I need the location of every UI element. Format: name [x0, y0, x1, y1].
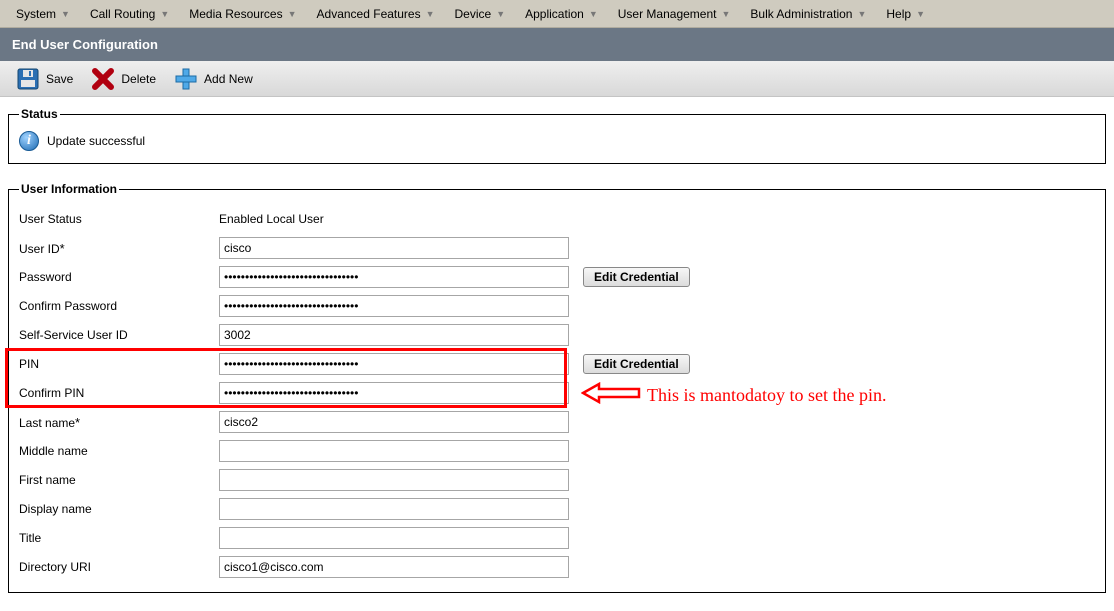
- row-display-name: Display name: [19, 495, 1095, 523]
- menubar: System ▼ Call Routing ▼ Media Resources ▼ A…: [0, 0, 1114, 28]
- delete-button[interactable]: Delete: [85, 65, 162, 93]
- label-middle-name: Middle name: [19, 444, 219, 458]
- label-first-name: First name: [19, 473, 219, 487]
- menu-system-label: System: [16, 7, 56, 21]
- menu-advanced-features-label: Advanced Features: [317, 7, 421, 21]
- menu-help[interactable]: Help ▼: [876, 3, 935, 25]
- label-confirm-pin: Confirm PIN: [19, 386, 219, 400]
- delete-icon: [91, 67, 115, 91]
- chevron-down-icon: ▼: [426, 9, 435, 19]
- label-title: Title: [19, 531, 219, 545]
- menu-application[interactable]: Application ▼: [515, 3, 608, 25]
- add-icon: [174, 67, 198, 91]
- user-info-legend: User Information: [19, 182, 119, 196]
- toolbar: Save Delete Add New: [0, 61, 1114, 97]
- row-last-name: Last name*: [19, 408, 1095, 436]
- row-pin: PIN Edit Credential: [19, 350, 1095, 378]
- status-message: Update successful: [47, 134, 145, 148]
- confirm-password-input[interactable]: [219, 295, 569, 317]
- menu-device-label: Device: [455, 7, 492, 21]
- menu-media-resources-label: Media Resources: [189, 7, 282, 21]
- menu-call-routing-label: Call Routing: [90, 7, 155, 21]
- save-label: Save: [46, 72, 73, 86]
- confirm-pin-input[interactable]: [219, 382, 569, 404]
- row-middle-name: Middle name: [19, 437, 1095, 465]
- label-pin: PIN: [19, 357, 219, 371]
- row-self-service-user-id: Self-Service User ID: [19, 321, 1095, 349]
- directory-uri-input[interactable]: [219, 556, 569, 578]
- edit-credential-pin-button[interactable]: Edit Credential: [583, 354, 690, 374]
- chevron-down-icon: ▼: [288, 9, 297, 19]
- chevron-down-icon: ▼: [160, 9, 169, 19]
- menu-user-management[interactable]: User Management ▼: [608, 3, 741, 25]
- chevron-down-icon: ▼: [721, 9, 730, 19]
- user-info-fieldset: User Information User Status Enabled Loc…: [8, 182, 1106, 593]
- chevron-down-icon: ▼: [496, 9, 505, 19]
- user-id-input[interactable]: [219, 237, 569, 259]
- row-title: Title: [19, 524, 1095, 552]
- menu-call-routing[interactable]: Call Routing ▼: [80, 3, 179, 25]
- label-user-id: User ID*: [19, 241, 219, 256]
- row-confirm-password: Confirm Password: [19, 292, 1095, 320]
- content-area: Status i Update successful User Informat…: [0, 97, 1114, 593]
- page-title: End User Configuration: [0, 28, 1114, 61]
- menu-help-label: Help: [886, 7, 911, 21]
- label-confirm-password: Confirm Password: [19, 299, 219, 313]
- delete-label: Delete: [121, 72, 156, 86]
- chevron-down-icon: ▼: [857, 9, 866, 19]
- middle-name-input[interactable]: [219, 440, 569, 462]
- menu-application-label: Application: [525, 7, 584, 21]
- label-display-name: Display name: [19, 502, 219, 516]
- save-button[interactable]: Save: [10, 65, 79, 93]
- row-user-status: User Status Enabled Local User: [19, 205, 1095, 233]
- chevron-down-icon: ▼: [61, 9, 70, 19]
- self-service-user-id-input[interactable]: [219, 324, 569, 346]
- last-name-input[interactable]: [219, 411, 569, 433]
- row-password: Password Edit Credential: [19, 263, 1095, 291]
- pin-input[interactable]: [219, 353, 569, 375]
- first-name-input[interactable]: [219, 469, 569, 491]
- status-fieldset: Status i Update successful: [8, 107, 1106, 164]
- menu-media-resources[interactable]: Media Resources ▼: [179, 3, 306, 25]
- add-new-button[interactable]: Add New: [168, 65, 259, 93]
- menu-user-management-label: User Management: [618, 7, 717, 21]
- value-user-status: Enabled Local User: [219, 210, 324, 228]
- row-user-id: User ID*: [19, 234, 1095, 262]
- menu-bulk-administration-label: Bulk Administration: [750, 7, 852, 21]
- label-self-service-user-id: Self-Service User ID: [19, 328, 219, 342]
- row-first-name: First name: [19, 466, 1095, 494]
- save-icon: [16, 67, 40, 91]
- add-new-label: Add New: [204, 72, 253, 86]
- display-name-input[interactable]: [219, 498, 569, 520]
- title-input[interactable]: [219, 527, 569, 549]
- status-legend: Status: [19, 107, 60, 121]
- label-password: Password: [19, 270, 219, 284]
- chevron-down-icon: ▼: [589, 9, 598, 19]
- menu-system[interactable]: System ▼: [6, 3, 80, 25]
- info-icon: i: [19, 131, 39, 151]
- label-user-status: User Status: [19, 212, 219, 226]
- menu-bulk-administration[interactable]: Bulk Administration ▼: [740, 3, 876, 25]
- label-directory-uri: Directory URI: [19, 560, 219, 574]
- menu-device[interactable]: Device ▼: [445, 3, 516, 25]
- chevron-down-icon: ▼: [916, 9, 925, 19]
- edit-credential-password-button[interactable]: Edit Credential: [583, 267, 690, 287]
- row-directory-uri: Directory URI: [19, 553, 1095, 581]
- label-last-name: Last name*: [19, 415, 219, 430]
- row-confirm-pin: Confirm PIN: [19, 379, 1095, 407]
- password-input[interactable]: [219, 266, 569, 288]
- menu-advanced-features[interactable]: Advanced Features ▼: [307, 3, 445, 25]
